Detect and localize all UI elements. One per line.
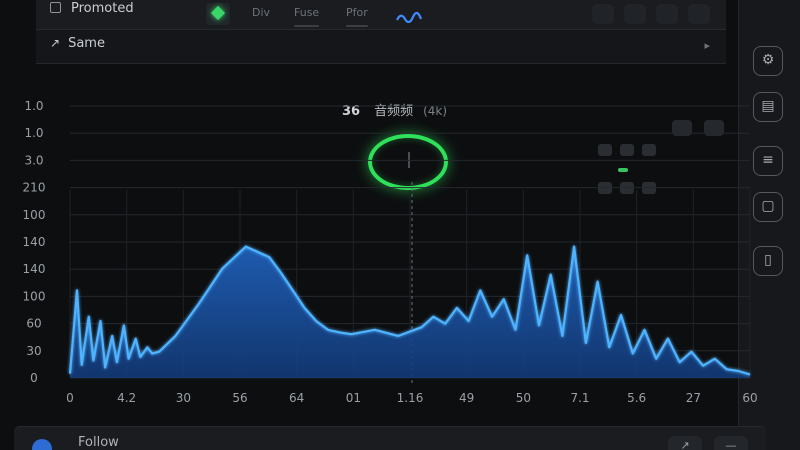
spectrum-chart[interactable]: 0 30 60 100 140 140 100 210 3.0 1.0 1.0 0 4.2 30 56 64 0… (10, 72, 758, 412)
share-button[interactable]: ↗ (668, 436, 702, 450)
x-tick-label: 49 (459, 391, 474, 405)
x-tick-label: 7.1 (570, 391, 589, 405)
x-tick-label: 64 (289, 391, 304, 405)
y-tick-label: 60 (26, 317, 41, 331)
tab-fuse[interactable]: Fuse (286, 6, 327, 27)
y-tick-label: 140 (23, 262, 46, 276)
duplicate-icon[interactable] (656, 4, 678, 24)
pen-icon: ↗ (50, 36, 61, 50)
y-tick-label: 210 (23, 181, 46, 195)
x-tick-label: 5.6 (627, 391, 646, 405)
x-tick-label: 30 (176, 391, 191, 405)
tab-underline (294, 25, 320, 27)
bottom-label: Follow (78, 435, 119, 450)
diamond-icon[interactable] (206, 3, 230, 25)
preset-selector[interactable]: ↗ Same (50, 36, 105, 51)
bottom-bar: Follow ↗ — (14, 426, 766, 450)
copy-icon[interactable] (624, 4, 646, 24)
y-tick-label: 30 (26, 344, 41, 358)
y-tick-label: 100 (23, 289, 46, 303)
tab-underline (346, 25, 368, 27)
x-tick-label: 50 (516, 391, 531, 405)
x-tick-label: 1.16 (397, 391, 424, 405)
x-tick-label: 01 (346, 391, 361, 405)
chevron-icon[interactable]: ▸ (704, 39, 710, 52)
tab-div-label: Div (252, 6, 271, 19)
x-tick-label: 4.2 (117, 391, 136, 405)
secondary-bar: ↗ Same ▸ (36, 30, 726, 64)
x-tick-label: 60 (742, 391, 757, 405)
x-tick-label: 27 (686, 391, 701, 405)
tab-div[interactable]: Div (244, 6, 278, 19)
preset-label: Same (68, 36, 105, 51)
spectrum-panel: 36 音频频 (4k) 0 30 60 100 140 140 100 210 3.0 1.0 1.0 0… (10, 72, 758, 412)
y-tick-label: 0 (30, 371, 38, 385)
toolbar-title[interactable]: Promoted (50, 1, 134, 16)
x-tick-label: 56 (232, 391, 247, 405)
y-tick-label: 100 (23, 208, 46, 222)
close-icon[interactable] (688, 4, 710, 24)
y-tick-label: 1.0 (24, 126, 43, 140)
waveform-icon[interactable] (396, 11, 422, 23)
x-tick-label: 0 (66, 391, 74, 405)
avatar[interactable] (32, 439, 52, 450)
y-tick-label: 140 (23, 235, 46, 249)
tab-fuse-label: Fuse (294, 6, 320, 19)
layers-icon[interactable] (592, 4, 614, 24)
checkbox-icon[interactable] (50, 2, 61, 13)
top-toolbar: Promoted Div Fuse Pfor (36, 0, 726, 30)
tab-pfor[interactable]: Pfor (338, 6, 376, 27)
toolbar-title-label: Promoted (71, 1, 134, 16)
tab-pfor-label: Pfor (346, 6, 368, 19)
minimize-button[interactable]: — (714, 436, 748, 450)
y-tick-label: 3.0 (24, 153, 43, 167)
y-tick-label: 1.0 (24, 99, 43, 113)
